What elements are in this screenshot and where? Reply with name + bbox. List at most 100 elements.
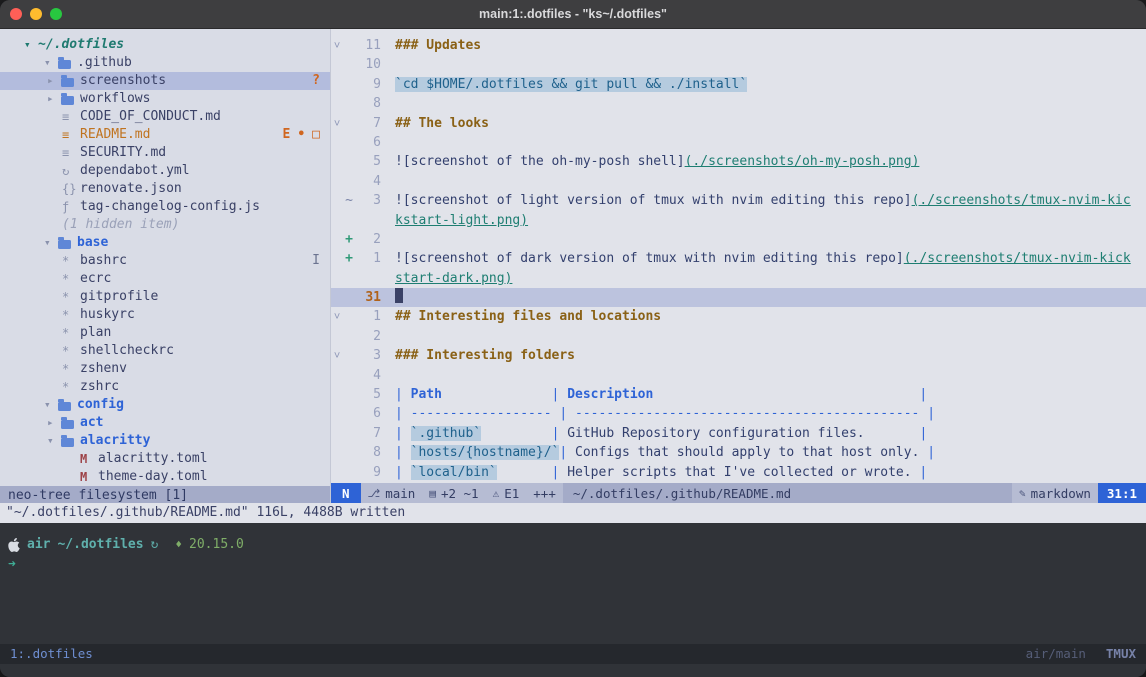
tree-item-label: zshenv: [80, 360, 127, 378]
folder-icon: [61, 438, 74, 447]
editor-line[interactable]: 10: [331, 55, 1146, 74]
tree-item-zshenv[interactable]: *zshenv: [0, 360, 330, 378]
line-text: `cd $HOME/.dotfiles && git pull && ./ins…: [395, 75, 1146, 94]
editor-line[interactable]: kstart-light.png): [331, 211, 1146, 230]
editor-line[interactable]: 9`cd $HOME/.dotfiles && git pull && ./in…: [331, 75, 1146, 94]
chevron-down-icon: ▾: [44, 234, 58, 252]
tree-item-base[interactable]: ▾base: [0, 234, 330, 252]
tmux-window-name[interactable]: 1:.dotfiles: [10, 644, 93, 664]
tree-item-github[interactable]: ▾.github: [0, 54, 330, 72]
tree-item-renovate-json[interactable]: {}renovate.json: [0, 180, 330, 198]
git-sign: [343, 443, 355, 462]
titlebar: main:1:.dotfiles - "ks~/.dotfiles": [0, 0, 1146, 29]
line-text: [395, 327, 1146, 346]
tree-item-config[interactable]: ▾config: [0, 396, 330, 414]
filetype: ✎ markdown: [1012, 483, 1098, 503]
fold-marker: [331, 249, 343, 268]
file-icon: *: [62, 252, 80, 270]
tree-item-readme-md[interactable]: ≡README.mdE•□: [0, 126, 330, 144]
tree-item-label: tag-changelog-config.js: [80, 198, 260, 216]
tree-item-1-hidden-item[interactable]: (1 hidden item): [0, 216, 330, 234]
filetype-name: markdown: [1031, 486, 1091, 501]
editor-line[interactable]: start-dark.png): [331, 269, 1146, 288]
fold-marker: [331, 288, 343, 307]
editor-line[interactable]: ˅ 7## The looks: [331, 114, 1146, 133]
file-icon: *: [62, 306, 80, 324]
tree-item-label: (1 hidden item): [62, 216, 179, 234]
line-text: ![screenshot of dark version of tmux wit…: [395, 249, 1146, 268]
git-sign: [343, 55, 355, 74]
editor-line[interactable]: 4: [331, 172, 1146, 191]
zoom-button[interactable]: [50, 8, 62, 20]
tree-item-theme-day-toml[interactable]: Mtheme-day.toml: [0, 468, 330, 486]
line-number: 7: [355, 424, 381, 443]
line-text: [395, 94, 1146, 113]
editor-line[interactable]: ˅ 1## Interesting files and locations: [331, 307, 1146, 326]
fold-marker: [331, 463, 343, 482]
editor-line[interactable]: ˅ 11### Updates: [331, 36, 1146, 55]
file-icon: *: [62, 342, 80, 360]
editor-line[interactable]: +2: [331, 230, 1146, 249]
editor-line[interactable]: 6| ------------------ | ----------------…: [331, 404, 1146, 423]
tree-item-screenshots[interactable]: ▸screenshots?: [0, 72, 330, 90]
tree-item-act[interactable]: ▸act: [0, 414, 330, 432]
fold-marker: [331, 366, 343, 385]
minimize-button[interactable]: [30, 8, 42, 20]
editor-line[interactable]: 8| `hosts/{hostname}/`| Configs that sho…: [331, 443, 1146, 462]
tree-item-alacritty-toml[interactable]: Malacritty.toml: [0, 450, 330, 468]
git-sign: [343, 385, 355, 404]
prompt-arrow: ➜: [0, 555, 1146, 575]
tree-item-label: alacritty: [80, 432, 150, 450]
line-number: 4: [355, 172, 381, 191]
shell-pane[interactable]: air ~/.dotfiles ↻ ♦ 20.15.0 ➜ 1:.dotfile…: [0, 523, 1146, 677]
tree-item-security-md[interactable]: ≡SECURITY.md: [0, 144, 330, 162]
line-text: ### Interesting folders: [395, 346, 1146, 365]
fold-marker: [331, 75, 343, 94]
tree-item-badges: I: [312, 252, 320, 270]
tree-item-code-of-conduct-md[interactable]: ≡CODE_OF_CONDUCT.md: [0, 108, 330, 126]
tree-item-bashrc[interactable]: *bashrcI: [0, 252, 330, 270]
tree-item-huskyrc[interactable]: *huskyrc: [0, 306, 330, 324]
cursor-position: 31:1: [1098, 483, 1146, 503]
status-badge: •: [297, 126, 305, 144]
editor-line[interactable]: +1![screenshot of dark version of tmux w…: [331, 249, 1146, 268]
file-icon: ↻: [62, 162, 80, 180]
editor-line[interactable]: ˅ 3### Interesting folders: [331, 346, 1146, 365]
git-sign: [343, 172, 355, 191]
tree-item-dotfiles[interactable]: ▾~/.dotfiles: [0, 36, 330, 54]
line-text: [395, 230, 1146, 249]
editor-line[interactable]: 5![screenshot of the oh-my-posh shell](.…: [331, 152, 1146, 171]
tree-item-zshrc[interactable]: *zshrc: [0, 378, 330, 396]
editor-line[interactable]: ~3![screenshot of light version of tmux …: [331, 191, 1146, 210]
tree-item-shellcheckrc[interactable]: *shellcheckrc: [0, 342, 330, 360]
editor-line[interactable]: 6: [331, 133, 1146, 152]
tree-item-gitprofile[interactable]: *gitprofile: [0, 288, 330, 306]
line-number: 1: [355, 249, 381, 268]
tree-item-label: renovate.json: [80, 180, 182, 198]
editor-line[interactable]: 31: [331, 288, 1146, 307]
tree-item-tag-changelog-config-js[interactable]: ƒtag-changelog-config.js: [0, 198, 330, 216]
folder-icon: [61, 96, 74, 105]
editor-line[interactable]: 8: [331, 94, 1146, 113]
nvim-area: ▾~/.dotfiles▾.github▸screenshots?▸workfl…: [0, 29, 1146, 503]
fold-marker: ˅: [331, 36, 343, 55]
tree-item-dependabot-yml[interactable]: ↻dependabot.yml: [0, 162, 330, 180]
line-text: | Path | Description |: [395, 385, 1146, 404]
editor-line[interactable]: 4: [331, 366, 1146, 385]
editor-line[interactable]: 5| Path | Description |: [331, 385, 1146, 404]
tree-item-plan[interactable]: *plan: [0, 324, 330, 342]
tree-item-workflows[interactable]: ▸workflows: [0, 90, 330, 108]
git-sign: [343, 114, 355, 133]
tree-item-label: plan: [80, 324, 111, 342]
fold-marker: [331, 443, 343, 462]
tree-item-ecrc[interactable]: *ecrc: [0, 270, 330, 288]
tree-item-alacritty[interactable]: ▾alacritty: [0, 432, 330, 450]
editor-line[interactable]: 7| `.github` | GitHub Repository configu…: [331, 424, 1146, 443]
tree-item-label: CODE_OF_CONDUCT.md: [80, 108, 221, 126]
file-icon: {}: [62, 180, 80, 198]
editor-line[interactable]: 2: [331, 327, 1146, 346]
editor-line[interactable]: 9| `local/bin` | Helper scripts that I'v…: [331, 463, 1146, 482]
git-sign: [343, 94, 355, 113]
diff-icon: ▤: [429, 487, 436, 500]
close-button[interactable]: [10, 8, 22, 20]
